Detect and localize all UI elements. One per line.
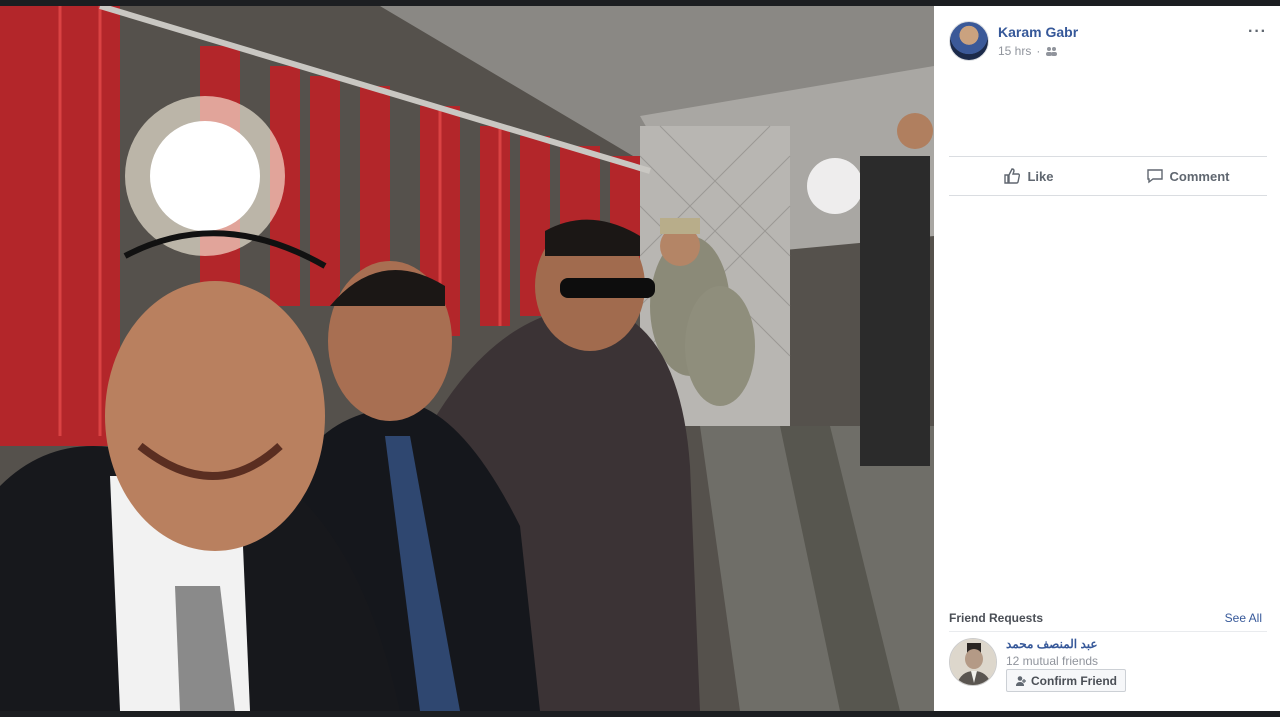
post-header: Karam Gabr 15 hrs · ···	[949, 21, 1269, 61]
comment-icon	[1146, 169, 1163, 184]
post-time[interactable]: 15 hrs	[998, 44, 1031, 58]
friend-request-avatar[interactable]	[949, 638, 997, 686]
post-actions: Like Comment	[949, 156, 1267, 196]
post-meta: 15 hrs ·	[998, 44, 1058, 58]
meta-separator: ·	[1036, 44, 1041, 58]
thumbs-up-icon	[1004, 168, 1021, 184]
post-photo[interactable]	[0, 6, 934, 711]
divider	[949, 631, 1267, 632]
mutual-friends-count[interactable]: 12 mutual friends	[1006, 654, 1098, 668]
person-portrait-icon	[950, 639, 996, 685]
bottom-bar	[0, 711, 1280, 717]
like-label: Like	[1027, 168, 1054, 184]
confirm-friend-label: Confirm Friend	[1031, 673, 1117, 688]
friend-request-name[interactable]: عبد المنصف محمد	[1006, 637, 1098, 651]
comment-label: Comment	[1169, 168, 1230, 184]
friend-requests-title: Friend Requests	[949, 611, 1044, 625]
add-friend-icon	[1016, 675, 1026, 686]
author-avatar[interactable]	[949, 21, 989, 61]
more-options-icon[interactable]: ···	[1248, 23, 1267, 41]
like-button[interactable]: Like	[949, 157, 1108, 195]
friends-icon[interactable]	[1045, 46, 1058, 56]
photo-illustration	[0, 6, 934, 711]
comment-button[interactable]: Comment	[1108, 157, 1267, 195]
see-all-link[interactable]: See All	[1225, 611, 1262, 625]
confirm-friend-button[interactable]: Confirm Friend	[1006, 669, 1126, 692]
author-name[interactable]: Karam Gabr	[998, 24, 1078, 40]
post-side-panel: Karam Gabr 15 hrs · ··· Like Comment Fri…	[934, 6, 1280, 711]
